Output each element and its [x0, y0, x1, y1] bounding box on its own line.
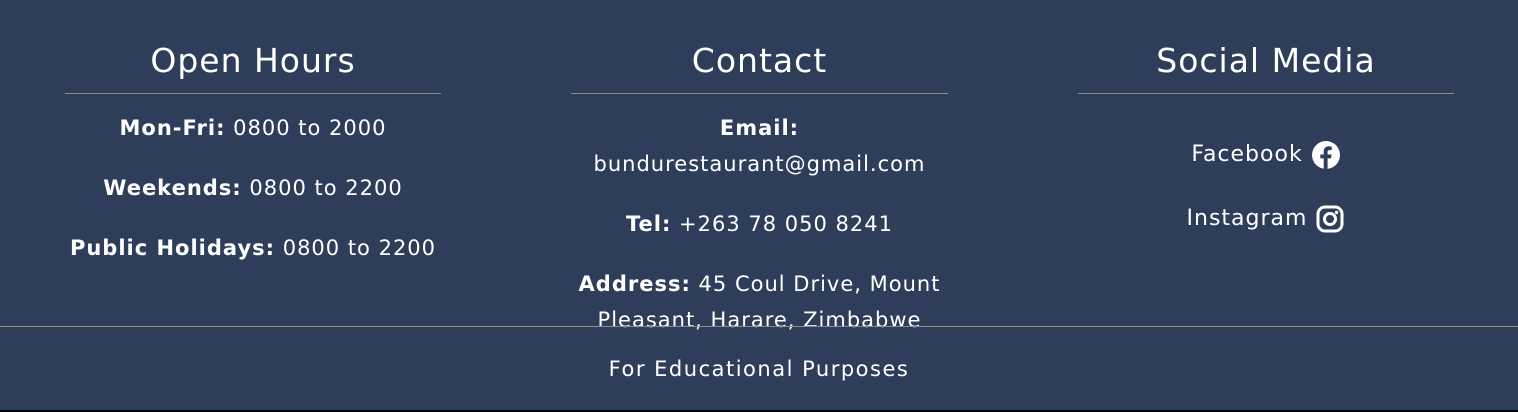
contact-tel: Tel: +263 78 050 8241: [571, 206, 948, 242]
instagram-icon: [1315, 204, 1345, 234]
instagram-label: Instagram: [1186, 206, 1308, 231]
social-media-section: Social Media Facebook Instagram: [1078, 0, 1454, 236]
open-hours-section: Open Hours Mon-Fri: 0800 to 2000 Weekend…: [65, 0, 441, 266]
footer-bottom-bar: For Educational Purposes: [0, 326, 1518, 410]
footer-note: For Educational Purposes: [608, 357, 910, 381]
hours-row-weekdays: Mon-Fri: 0800 to 2000: [65, 110, 441, 146]
social-media-heading: Social Media: [1078, 0, 1454, 94]
facebook-label: Facebook: [1191, 142, 1303, 167]
hours-value: 0800 to 2200: [241, 176, 403, 200]
email-value: bundurestaurant@gmail.com: [593, 152, 926, 176]
hours-row-weekends: Weekends: 0800 to 2200: [65, 170, 441, 206]
hours-label: Public Holidays:: [69, 236, 276, 260]
facebook-link[interactable]: Facebook: [1078, 138, 1454, 172]
hours-label: Mon-Fri:: [119, 116, 226, 140]
tel-value: +263 78 050 8241: [671, 212, 893, 236]
contact-heading: Contact: [571, 0, 948, 94]
contact-email: Email: bundurestaurant@gmail.com: [571, 110, 948, 182]
hours-value: 0800 to 2000: [225, 116, 387, 140]
open-hours-heading: Open Hours: [65, 0, 441, 94]
tel-label: Tel:: [625, 212, 672, 236]
instagram-link[interactable]: Instagram: [1078, 202, 1454, 236]
hours-row-holidays: Public Holidays: 0800 to 2200: [65, 230, 441, 266]
facebook-icon: [1311, 140, 1341, 170]
hours-value: 0800 to 2200: [275, 236, 437, 260]
contact-section: Contact Email: bundurestaurant@gmail.com…: [571, 0, 948, 338]
email-label: Email:: [719, 116, 800, 140]
address-label: Address:: [578, 272, 691, 296]
site-footer: Open Hours Mon-Fri: 0800 to 2000 Weekend…: [0, 0, 1518, 410]
hours-label: Weekends:: [103, 176, 242, 200]
